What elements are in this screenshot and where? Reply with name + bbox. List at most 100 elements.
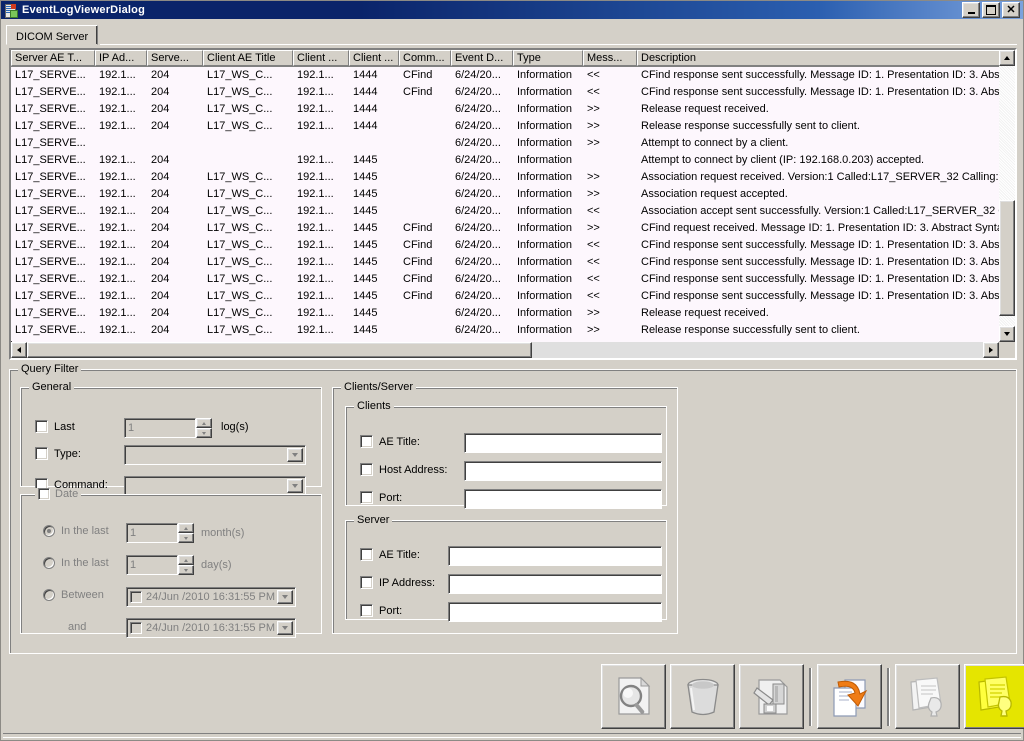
- table-row[interactable]: L17_SERVE...192.1...204L17_WS_C...192.1.…: [11, 101, 999, 118]
- window-buttons: ✕: [962, 2, 1020, 18]
- server-ip-address-row: IP Address:: [360, 576, 435, 589]
- scroll-up-button[interactable]: [999, 50, 1015, 66]
- maximize-button[interactable]: [982, 2, 1000, 18]
- days-spin-up-button[interactable]: [178, 555, 194, 565]
- months-value[interactable]: 1: [126, 523, 178, 543]
- table-row[interactable]: L17_SERVE...192.1...204L17_WS_C...192.1.…: [11, 288, 999, 305]
- date-title: Date: [55, 488, 78, 500]
- cell-description: Attempt to connect by a client.: [637, 135, 999, 152]
- command-chevron-down-icon[interactable]: [287, 479, 303, 493]
- report-button[interactable]: [895, 664, 960, 729]
- between-date-picker[interactable]: 24/Jun /2010 16:31:55 PM: [126, 587, 296, 607]
- table-row[interactable]: L17_SERVE...192.1...204L17_WS_C...192.1.…: [11, 169, 999, 186]
- column-header-command[interactable]: Comm...: [399, 50, 451, 66]
- last-checkbox[interactable]: [35, 420, 48, 433]
- between-date-checkbox[interactable]: [130, 591, 142, 603]
- table-row[interactable]: L17_SERVE...192.1...204L17_WS_C...192.1.…: [11, 203, 999, 220]
- query-logs-button[interactable]: [601, 664, 666, 729]
- column-header-message[interactable]: Mess...: [583, 50, 637, 66]
- days-spin-down-button[interactable]: [178, 565, 194, 575]
- cell-description: Attempt to connect by client (IP: 192.16…: [637, 152, 999, 169]
- and-chevron-down-icon[interactable]: [277, 621, 293, 635]
- column-header-server_port[interactable]: Serve...: [147, 50, 203, 66]
- listview-horizontal-scrollbar[interactable]: [11, 342, 999, 358]
- table-row[interactable]: L17_SERVE...192.1...204L17_WS_C...192.1.…: [11, 237, 999, 254]
- vertical-scroll-thumb[interactable]: [999, 200, 1015, 316]
- listview-vertical-scrollbar[interactable]: [999, 50, 1015, 342]
- table-row[interactable]: L17_SERVE...192.1...204L17_WS_C...192.1.…: [11, 84, 999, 101]
- column-header-description[interactable]: Description: [637, 50, 1017, 66]
- date-checkbox[interactable]: [38, 488, 50, 500]
- clients-port-checkbox[interactable]: [360, 491, 373, 504]
- close-button[interactable]: ✕: [1002, 2, 1020, 18]
- in-last-months-radio[interactable]: [43, 525, 55, 537]
- server-port-checkbox[interactable]: [360, 604, 373, 617]
- cell-server_port: 204: [147, 67, 203, 84]
- last-spin-up-button[interactable]: [196, 418, 212, 428]
- column-header-type[interactable]: Type: [513, 50, 583, 66]
- server-ae-title-input[interactable]: [448, 546, 662, 566]
- table-row[interactable]: L17_SERVE...192.1...204L17_WS_C...192.1.…: [11, 67, 999, 84]
- table-row[interactable]: L17_SERVE...192.1...204L17_WS_C...192.1.…: [11, 271, 999, 288]
- cell-description: CFind response sent successfully. Messag…: [637, 271, 999, 288]
- event-log-listview[interactable]: Server AE T...IP Ad...Serve...Client AE …: [9, 48, 1017, 360]
- horizontal-scroll-thumb[interactable]: [27, 342, 532, 358]
- and-date-picker[interactable]: 24/Jun /2010 16:31:55 PM: [126, 618, 296, 638]
- table-row[interactable]: L17_SERVE...192.1...204L17_WS_C...192.1.…: [11, 220, 999, 237]
- type-checkbox[interactable]: [35, 447, 48, 460]
- column-header-client_port[interactable]: Client ...: [349, 50, 399, 66]
- column-header-event_date[interactable]: Event D...: [451, 50, 513, 66]
- minimize-button[interactable]: [962, 2, 980, 18]
- clients-host-address-input[interactable]: [464, 461, 662, 481]
- months-spinner[interactable]: 1: [126, 523, 194, 543]
- table-row[interactable]: L17_SERVE...192.1...204L17_WS_C...192.1.…: [11, 305, 999, 322]
- listview-header-row[interactable]: Server AE T...IP Ad...Serve...Client AE …: [11, 50, 1015, 67]
- clients-server-title: Clients/Server: [341, 381, 416, 393]
- command-combobox[interactable]: [124, 476, 306, 496]
- between-chevron-down-icon[interactable]: [277, 590, 293, 604]
- in-last-months-label: In the last: [61, 525, 109, 537]
- export-logs-button[interactable]: [817, 664, 882, 729]
- server-ae-title-checkbox[interactable]: [360, 548, 373, 561]
- details-button[interactable]: [964, 664, 1024, 729]
- table-row[interactable]: L17_SERVE...6/24/20...Information>>Attem…: [11, 135, 999, 152]
- between-radio[interactable]: [43, 589, 55, 601]
- cell-server_port: 204: [147, 101, 203, 118]
- configure-button[interactable]: [739, 664, 804, 729]
- table-row[interactable]: L17_SERVE...192.1...204L17_WS_C...192.1.…: [11, 254, 999, 271]
- in-last-days-radio[interactable]: [43, 557, 55, 569]
- scroll-right-button[interactable]: [983, 342, 999, 358]
- last-count-spinner[interactable]: 1: [124, 418, 212, 438]
- clients-ae-title-checkbox[interactable]: [360, 435, 373, 448]
- scroll-left-button[interactable]: [11, 342, 27, 358]
- months-spin-up-button[interactable]: [178, 523, 194, 533]
- server-port-input[interactable]: [448, 602, 662, 622]
- delete-logs-button[interactable]: [670, 664, 735, 729]
- last-count-value[interactable]: 1: [124, 418, 196, 438]
- days-spinner[interactable]: 1: [126, 555, 194, 575]
- table-row[interactable]: L17_SERVE...192.1...204192.1...14456/24/…: [11, 152, 999, 169]
- column-header-client_ae[interactable]: Client AE Title: [203, 50, 293, 66]
- column-header-client_ip[interactable]: Client ...: [293, 50, 349, 66]
- table-row[interactable]: L17_SERVE...192.1...204L17_WS_C...192.1.…: [11, 322, 999, 339]
- last-spin-down-button[interactable]: [196, 428, 212, 438]
- and-date-checkbox[interactable]: [130, 622, 142, 634]
- days-value[interactable]: 1: [126, 555, 178, 575]
- clients-host-address-checkbox[interactable]: [360, 463, 373, 476]
- listview-body[interactable]: L17_SERVE...192.1...204L17_WS_C...192.1.…: [11, 67, 999, 341]
- server-ip-address-checkbox[interactable]: [360, 576, 373, 589]
- scroll-down-button[interactable]: [999, 326, 1015, 342]
- window-titlebar[interactable]: EventLogViewerDialog ✕: [1, 1, 1023, 19]
- tab-dicom-server[interactable]: DICOM Server: [6, 25, 98, 45]
- clients-port-input[interactable]: [464, 489, 662, 509]
- type-chevron-down-icon[interactable]: [287, 448, 303, 462]
- table-row[interactable]: L17_SERVE...192.1...204L17_WS_C...192.1.…: [11, 118, 999, 135]
- clients-ae-title-input[interactable]: [464, 433, 662, 453]
- months-spin-down-button[interactable]: [178, 533, 194, 543]
- cell-client_port: 1445: [349, 288, 399, 305]
- column-header-server_ae[interactable]: Server AE T...: [11, 50, 95, 66]
- column-header-ip[interactable]: IP Ad...: [95, 50, 147, 66]
- table-row[interactable]: L17_SERVE...192.1...204L17_WS_C...192.1.…: [11, 186, 999, 203]
- type-combobox[interactable]: [124, 445, 306, 465]
- server-ip-address-input[interactable]: [448, 574, 662, 594]
